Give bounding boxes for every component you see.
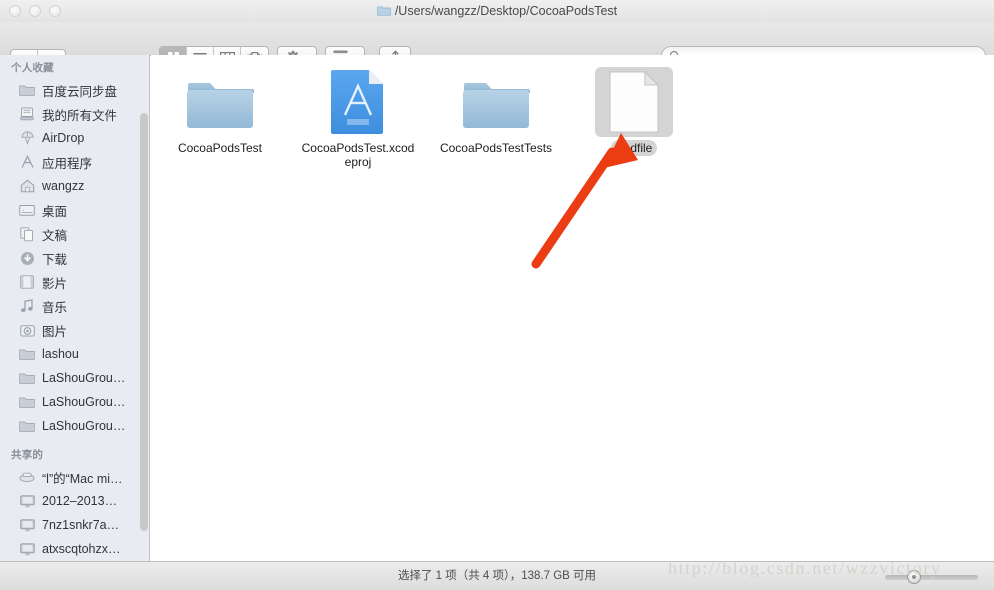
sidebar-item-label: 音乐 [42,300,68,315]
documents-icon [18,226,36,242]
display-icon [18,517,36,533]
sidebar-item-shared-atxscqtohzx[interactable]: atxscqtohzx… [0,537,149,561]
title-bar: /Users/wangzz/Desktop/CocoaPodsTest [0,0,994,23]
sidebar: 个人收藏 百度云同步盘 我的所有文件 AirDrop 应用程序 wangzz 桌… [0,55,150,561]
music-icon [18,298,36,314]
sidebar-item-lashougroup-1[interactable]: LaShouGrou… [0,366,149,390]
sidebar-item-applications[interactable]: 应用程序 [0,150,149,174]
pictures-icon [18,322,36,338]
file-label: CocoaPodsTest [177,141,263,155]
window-title-text: /Users/wangzz/Desktop/CocoaPodsTest [394,4,618,18]
sidebar-item-label: LaShouGrou… [42,371,126,385]
file-item-cocoapodstest[interactable]: CocoaPodsTest [151,63,289,170]
movies-icon [18,274,36,290]
sidebar-item-label: 百度云同步盘 [42,84,118,99]
sidebar-item-label: 文稿 [42,228,68,243]
sidebar-item-music[interactable]: 音乐 [0,294,149,318]
sidebar-item-airdrop[interactable]: AirDrop [0,126,149,150]
file-label: CocoaPodsTestTests [439,141,553,155]
file-item-cocoapodstesttests[interactable]: CocoaPodsTestTests [427,63,565,170]
sidebar-item-desktop[interactable]: 桌面 [0,198,149,222]
display-icon [18,541,36,557]
sidebar-item-label: 影片 [42,276,68,291]
folder-icon [18,82,36,98]
window-title: /Users/wangzz/Desktop/CocoaPodsTest [0,0,994,22]
applications-icon [18,154,36,170]
sidebar-item-downloads[interactable]: 下载 [0,246,149,270]
airdrop-icon [18,130,36,146]
file-icon-container [319,67,397,137]
xcodeproj-icon [331,70,383,134]
blank-document-icon [609,71,659,133]
downloads-icon [18,250,36,266]
sidebar-item-label: atxscqtohzx… [42,542,121,556]
sidebar-section-favorites-header: 个人收藏 [11,62,54,74]
sidebar-item-shared-2012-2013[interactable]: 2012–2013… [0,489,149,513]
sidebar-item-pictures[interactable]: 图片 [0,318,149,342]
sidebar-item-baidu-sync[interactable]: 百度云同步盘 [0,78,149,102]
file-icon-container [457,67,535,137]
sidebar-scrollbar[interactable] [140,113,148,531]
sidebar-item-label: 我的所有文件 [42,108,118,123]
sidebar-item-documents[interactable]: 文稿 [0,222,149,246]
sidebar-item-all-my-files[interactable]: 我的所有文件 [0,102,149,126]
file-item-cocoapodstest-xcodeproj[interactable]: CocoaPodsTest.xcodeproj [289,63,427,170]
icon-grid: CocoaPodsTest CocoaPodsTest.xcodeproj Co… [151,55,703,170]
sidebar-item-movies[interactable]: 影片 [0,270,149,294]
airport-disk-icon [18,469,36,485]
folder-icon [463,82,530,128]
folder-icon [376,1,391,16]
file-item-podfile[interactable]: Podfile [565,63,703,170]
sidebar-item-label: wangzz [42,179,85,193]
sidebar-item-label: lashou [42,347,79,361]
all-files-icon [18,106,36,122]
sidebar-item-label: LaShouGrou… [42,419,126,433]
sidebar-item-home[interactable]: wangzz [0,174,149,198]
sidebar-item-lashougroup-3[interactable]: LaShouGrou… [0,414,149,438]
sidebar-item-lashougroup-2[interactable]: LaShouGrou… [0,390,149,414]
watermark: http://blog.csdn.net/wzzvictory [668,558,942,578]
sidebar-item-label: 桌面 [42,204,68,219]
folder-icon [18,418,36,434]
file-icon-container [595,67,673,137]
sidebar-item-label: 下载 [42,252,68,267]
file-label: CocoaPodsTest.xcodeproj [301,141,415,169]
folder-icon [18,370,36,386]
sidebar-item-shared-7nz1snkr7a[interactable]: 7nz1snkr7a… [0,513,149,537]
sidebar-item-label: 图片 [42,324,68,339]
sidebar-item-lashou[interactable]: lashou [0,342,149,366]
sidebar-item-label: AirDrop [42,131,85,145]
sidebar-item-mac-mini[interactable]: “l”的“Mac mi… [0,465,149,489]
sidebar-section-shared-header: 共享的 [11,449,44,461]
file-label: Podfile [610,140,658,156]
sidebar-item-label: “l”的“Mac mi… [42,471,123,486]
desktop-icon [18,202,36,218]
finder-window: /Users/wangzz/Desktop/CocoaPodsTest 个人收藏… [0,0,994,590]
home-icon [18,178,36,194]
display-icon [18,493,36,509]
sidebar-item-label: 7nz1snkr7a… [42,518,120,532]
folder-icon [18,346,36,362]
sidebar-item-label: 2012–2013… [42,494,118,508]
toolbar [0,22,994,72]
file-icon-container [181,67,259,137]
file-list-area[interactable]: CocoaPodsTest CocoaPodsTest.xcodeproj Co… [151,55,994,561]
sidebar-item-label: 应用程序 [42,156,93,171]
folder-icon [18,394,36,410]
folder-icon [187,82,254,128]
sidebar-item-label: LaShouGrou… [42,395,126,409]
